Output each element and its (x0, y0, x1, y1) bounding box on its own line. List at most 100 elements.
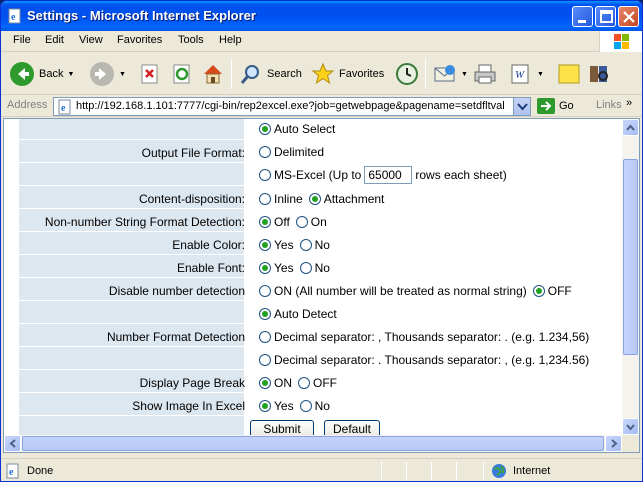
back-dropdown-icon[interactable]: ▼ (67, 71, 74, 78)
radio-off[interactable] (298, 377, 310, 389)
favorites-button[interactable]: Favorites (311, 57, 384, 91)
minimize-button[interactable] (572, 6, 593, 27)
radio-no[interactable] (299, 262, 312, 274)
menu-edit[interactable]: Edit (45, 34, 64, 46)
toolbar: Back ▼ ▼ Search Favorites ▼ W ▼ (1, 53, 642, 95)
search-button[interactable]: Search (239, 57, 302, 91)
number-format-comma-decimal[interactable]: Decimal separator: , Thousands separator… (259, 328, 589, 346)
page-break-options: ON OFF (259, 374, 337, 392)
radio-on[interactable] (259, 377, 271, 389)
go-button[interactable]: Go (537, 98, 574, 114)
content-disposition-label: Content-disposition: (138, 192, 245, 206)
home-button[interactable] (201, 57, 225, 91)
stop-button[interactable] (139, 57, 161, 91)
non-number-detection-label: Non-number String Format Detection: (44, 215, 245, 229)
scroll-down-button[interactable] (622, 418, 639, 435)
output-format-ms-excel[interactable]: MS-Excel (Up to 65000 rows each sheet) (259, 166, 507, 184)
print-button[interactable] (473, 57, 497, 91)
mail-button[interactable]: ▼ (433, 57, 468, 91)
number-format-label: Number Format Detection (106, 330, 245, 344)
radio-icon[interactable] (259, 331, 271, 343)
radio-off[interactable] (532, 285, 545, 297)
horizontal-scrollbar[interactable] (4, 435, 622, 452)
zone-label: Internet (513, 465, 551, 477)
menu-file[interactable]: File (13, 34, 31, 46)
address-url: http://192.168.1.101:7777/cgi-bin/rep2ex… (76, 100, 505, 112)
forward-dropdown-icon[interactable]: ▼ (119, 71, 126, 78)
radio-yes[interactable] (259, 262, 271, 274)
links-chevron-icon[interactable]: » (626, 97, 632, 109)
maximize-icon (600, 10, 613, 23)
close-button[interactable] (618, 6, 639, 27)
discuss-button[interactable] (557, 57, 581, 91)
refresh-button[interactable] (171, 57, 193, 91)
edit-button[interactable]: W ▼ (509, 57, 544, 91)
vertical-scroll-thumb[interactable] (623, 159, 638, 355)
messenger-button[interactable] (587, 57, 611, 91)
radio-icon[interactable] (259, 146, 271, 158)
stop-icon (141, 64, 158, 84)
svg-text:e: e (61, 103, 66, 114)
star-icon (311, 62, 335, 85)
radio-icon[interactable] (259, 169, 271, 181)
status-divider (431, 462, 432, 480)
forward-button[interactable]: ▼ (89, 57, 126, 91)
radio-on[interactable] (259, 285, 271, 297)
back-arrow-icon (10, 62, 34, 86)
back-button[interactable]: Back ▼ (9, 57, 74, 91)
search-icon (240, 65, 259, 84)
number-format-auto-detect[interactable]: Auto Detect (259, 305, 337, 323)
radio-no[interactable] (299, 400, 312, 412)
menu-favorites[interactable]: Favorites (117, 34, 162, 46)
output-format-delimited[interactable]: Delimited (259, 143, 324, 161)
ie-page-icon: e (58, 99, 71, 115)
address-dropdown-button[interactable] (513, 98, 530, 115)
minimize-icon (578, 20, 586, 23)
svg-text:e: e (11, 12, 16, 23)
status-divider (406, 462, 407, 480)
radio-inline[interactable] (259, 193, 271, 205)
menu-bar: File Edit View Favorites Tools Help (1, 31, 642, 52)
word-edit-icon: W (511, 64, 529, 84)
status-bar: e Done Internet (1, 458, 642, 481)
radio-yes[interactable] (259, 239, 271, 251)
maximize-button[interactable] (595, 6, 616, 27)
radio-attachment[interactable] (308, 193, 321, 205)
page-viewport: Output File Format: Auto Select Delimite… (3, 118, 640, 453)
windows-logo (599, 31, 642, 52)
mail-dropdown-icon[interactable]: ▼ (461, 71, 468, 78)
disable-number-label: Disable number detection (108, 284, 245, 298)
output-format-auto-select[interactable]: Auto Select (259, 120, 335, 138)
menu-view[interactable]: View (79, 34, 103, 46)
radio-icon[interactable] (259, 354, 271, 366)
show-image-options: Yes No (259, 397, 330, 415)
address-bar: Address e http://192.168.1.101:7777/cgi-… (1, 95, 642, 117)
history-button[interactable] (395, 57, 419, 91)
scroll-up-button[interactable] (622, 119, 639, 136)
chevron-down-icon (626, 424, 635, 431)
edit-dropdown-icon[interactable]: ▼ (537, 71, 544, 78)
close-icon (623, 11, 635, 23)
radio-no[interactable] (299, 239, 312, 251)
address-input[interactable]: e http://192.168.1.101:7777/cgi-bin/rep2… (53, 97, 531, 116)
radio-off[interactable] (259, 216, 271, 228)
horizontal-scroll-thumb[interactable] (22, 436, 604, 451)
radio-yes[interactable] (259, 400, 271, 412)
non-number-detection-options: Off On (259, 213, 327, 231)
radio-icon[interactable] (259, 123, 271, 135)
page-break-label: Display Page Break (139, 376, 245, 390)
rows-per-sheet-input[interactable]: 65000 (364, 166, 413, 184)
radio-icon[interactable] (259, 308, 271, 320)
scroll-left-button[interactable] (4, 435, 21, 452)
ie-page-icon: e (6, 463, 19, 479)
radio-on[interactable] (295, 216, 308, 228)
number-format-dot-decimal[interactable]: Decimal separator: . Thousands separator… (259, 351, 589, 369)
go-arrow-icon (537, 98, 555, 114)
links-label[interactable]: Links (596, 99, 622, 111)
svg-text:e: e (9, 467, 14, 478)
menu-help[interactable]: Help (219, 34, 242, 46)
vertical-scrollbar[interactable] (622, 119, 639, 435)
note-icon (558, 64, 580, 84)
scroll-right-button[interactable] (605, 435, 622, 452)
menu-tools[interactable]: Tools (178, 34, 204, 46)
